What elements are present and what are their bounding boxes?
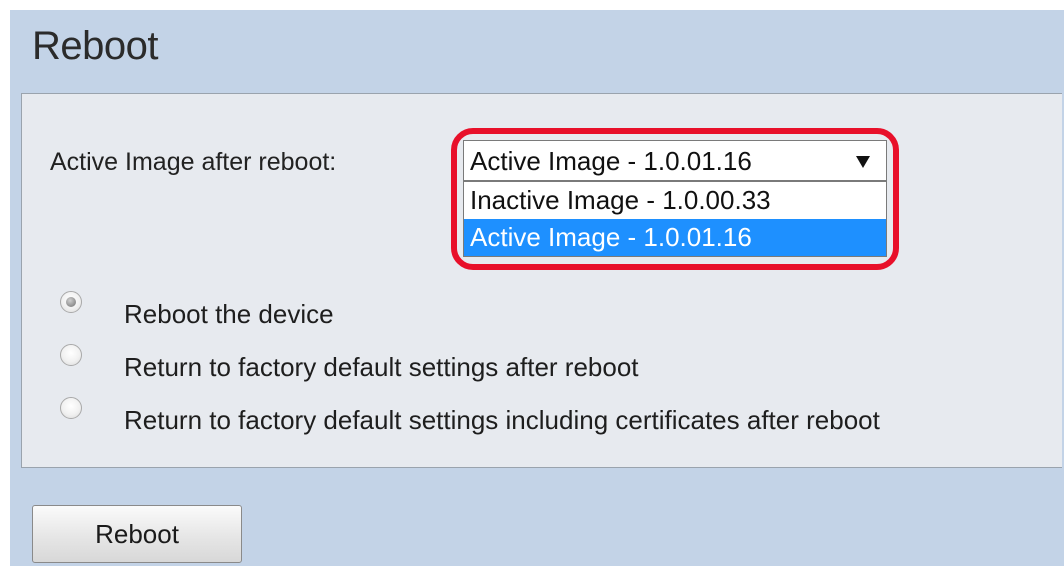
radio-button-checked[interactable] [60, 291, 82, 313]
page-title: Reboot [32, 24, 158, 68]
radio-button[interactable] [60, 397, 82, 419]
active-image-label: Active Image after reboot: [50, 148, 337, 176]
select-current-value: Active Image - 1.0.01.16 [470, 146, 752, 176]
reboot-button[interactable]: Reboot [32, 505, 242, 563]
option-active-image[interactable]: Active Image - 1.0.01.16 [464, 219, 886, 256]
active-image-dropdown-list: Inactive Image - 1.0.00.33 Active Image … [463, 181, 887, 257]
radio-label-factory-default-certificates: Return to factory default settings inclu… [124, 405, 880, 435]
radio-button[interactable] [60, 344, 82, 366]
active-image-select[interactable]: Active Image - 1.0.01.16 [463, 140, 887, 181]
radio-label-factory-default: Return to factory default settings after… [124, 352, 639, 382]
radio-label-reboot-device: Reboot the device [124, 299, 334, 329]
dropdown-arrow-icon [856, 156, 870, 168]
option-inactive-image[interactable]: Inactive Image - 1.0.00.33 [464, 182, 886, 219]
